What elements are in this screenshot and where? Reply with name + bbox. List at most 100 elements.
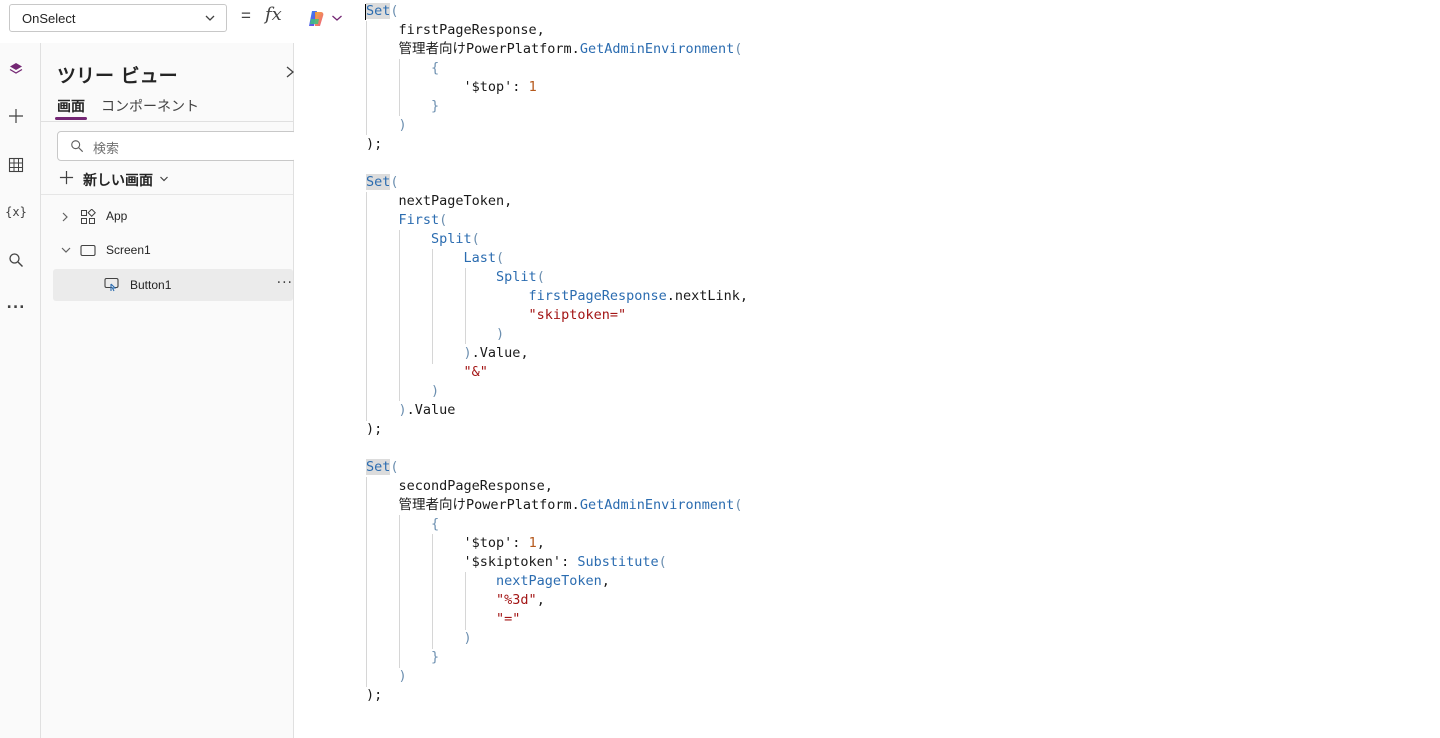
code-line: First(: [366, 211, 748, 230]
code-token: Set: [366, 459, 391, 475]
property-dropdown[interactable]: OnSelect: [9, 4, 227, 32]
code-token: );: [366, 421, 383, 437]
code-token: ): [366, 326, 505, 342]
code-line: {: [366, 515, 748, 534]
code-token: (: [658, 554, 667, 570]
code-token: {: [366, 516, 440, 532]
tab-components[interactable]: コンポーネント: [101, 96, 199, 116]
code-token: ): [366, 402, 407, 418]
code-line: '$top': 1: [366, 78, 748, 97]
code-content[interactable]: Set( firstPageResponse, 管理者向けPowerPlatfo…: [366, 2, 748, 705]
equals-sign: =: [241, 6, 251, 25]
code-line: Last(: [366, 249, 748, 268]
code-token: GetAdminEnvironment: [579, 497, 735, 513]
code-token: "=": [366, 611, 521, 627]
search-icon: [71, 140, 84, 153]
chevron-right-icon[interactable]: [61, 211, 69, 223]
divider: [41, 194, 293, 195]
code-line: "%3d",: [366, 591, 748, 610]
code-token: ): [366, 630, 472, 646]
code-line: ).Value: [366, 401, 748, 420]
code-token: {: [366, 60, 440, 76]
code-token: 管理者向けPowerPlatform.: [366, 497, 580, 513]
code-token: Split: [366, 231, 472, 247]
chevron-down-icon: [205, 15, 215, 21]
more-icon[interactable]: ...: [7, 295, 25, 313]
tree-view-panel: ツリー ビュー 画面 コンポーネント 検索 新しい画面 App Screen1 …: [41, 43, 297, 738]
tree-node-app[interactable]: App: [53, 202, 293, 232]
code-token: '$skiptoken':: [366, 554, 578, 570]
code-line: 管理者向けPowerPlatform.GetAdminEnvironment(: [366, 496, 748, 515]
search-placeholder: 検索: [93, 142, 120, 157]
tree-node-screen1[interactable]: Screen1: [53, 236, 293, 266]
code-line: ): [366, 382, 748, 401]
code-token: (: [439, 212, 448, 228]
code-token: nextPageToken,: [366, 193, 513, 209]
tree-node-label: App: [106, 209, 128, 223]
code-token: ): [366, 383, 440, 399]
code-token: ,: [536, 592, 545, 608]
code-token: ): [366, 345, 472, 361]
code-token: (: [734, 497, 743, 513]
code-token: }: [366, 98, 440, 114]
code-line: ).Value,: [366, 344, 748, 363]
tree-node-button1[interactable]: Button1 ···: [53, 269, 293, 301]
code-token: (: [734, 41, 743, 57]
code-line: ): [366, 325, 748, 344]
code-token: Set: [366, 3, 391, 19]
formula-editor[interactable]: Set( firstPageResponse, 管理者向けPowerPlatfo…: [294, 0, 1440, 738]
code-token: }: [366, 649, 440, 665]
search-input[interactable]: 検索: [57, 131, 297, 161]
code-line: firstPageResponse.nextLink,: [366, 287, 748, 306]
code-line: Split(: [366, 268, 748, 287]
code-line: '$skiptoken': Substitute(: [366, 553, 748, 572]
code-token: Set: [366, 174, 391, 190]
formula-bar: OnSelect = fx: [0, 0, 293, 40]
variables-icon[interactable]: {x}: [5, 203, 27, 221]
tab-screens[interactable]: 画面: [57, 96, 85, 116]
code-line: {: [366, 59, 748, 78]
code-line: );: [366, 135, 748, 154]
code-token: "%3d": [366, 592, 537, 608]
code-line: }: [366, 648, 748, 667]
tree-node-label: Screen1: [106, 243, 151, 257]
code-token: '$top':: [366, 79, 529, 95]
panel-title: ツリー ビュー: [57, 65, 178, 87]
code-token: ): [366, 668, 407, 684]
active-tab-indicator: [55, 117, 87, 120]
code-line: );: [366, 686, 748, 705]
code-line: ): [366, 116, 748, 135]
code-token: .Value: [406, 402, 456, 418]
code-token: 管理者向けPowerPlatform.: [366, 41, 580, 57]
code-token: firstPageResponse,: [366, 22, 545, 38]
code-line: );: [366, 420, 748, 439]
code-line: }: [366, 97, 748, 116]
code-token: 1: [528, 535, 537, 551]
code-token: ,: [601, 573, 610, 589]
table-icon[interactable]: [7, 156, 25, 174]
code-token: First: [366, 212, 440, 228]
code-token: );: [366, 136, 383, 152]
code-token: ,: [536, 535, 545, 551]
code-token: Substitute: [577, 554, 659, 570]
plus-icon[interactable]: [7, 107, 25, 125]
copilot-icon[interactable]: [306, 9, 326, 29]
tree-node-label: Button1: [130, 278, 172, 292]
code-line: nextPageToken,: [366, 192, 748, 211]
more-options-icon[interactable]: ···: [277, 275, 293, 291]
search-icon[interactable]: [7, 251, 25, 269]
code-line: "skiptoken=": [366, 306, 748, 325]
code-line: ): [366, 629, 748, 648]
fx-icon[interactable]: fx: [265, 4, 282, 25]
code-token: ): [366, 117, 407, 133]
code-line: Set(: [366, 458, 748, 477]
code-token: Last: [366, 250, 497, 266]
layers-icon[interactable]: [7, 60, 25, 78]
code-line: nextPageToken,: [366, 572, 748, 591]
chevron-down-icon[interactable]: [331, 14, 343, 22]
code-token: (: [390, 459, 399, 475]
code-token: (: [471, 231, 480, 247]
chevron-down-icon[interactable]: [60, 246, 72, 254]
